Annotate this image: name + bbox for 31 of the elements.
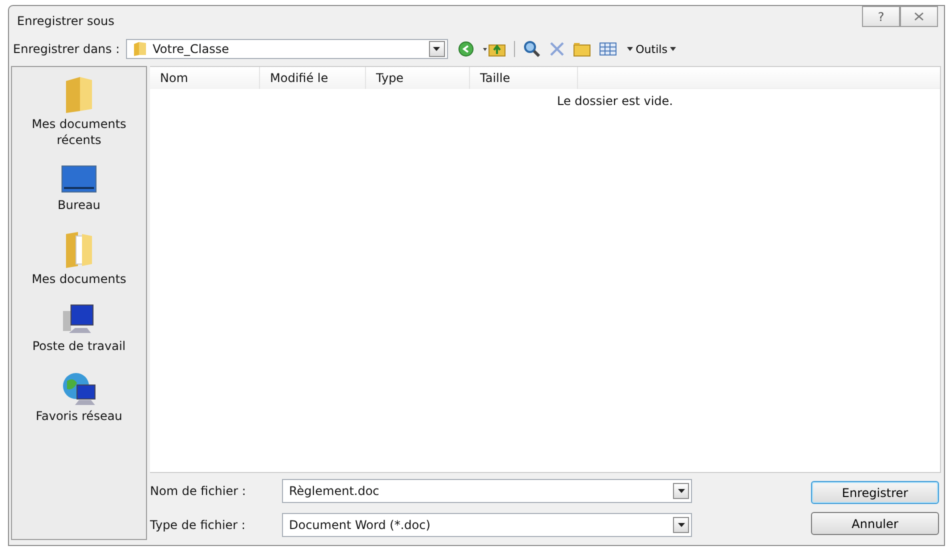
- place-item[interactable]: Mes documents: [19, 230, 139, 288]
- search-icon[interactable]: [522, 40, 541, 58]
- field-label: Type de fichier :: [150, 518, 246, 532]
- caret-icon: [670, 47, 676, 51]
- column-header[interactable]: Nom: [150, 67, 260, 89]
- field-dropdown[interactable]: Règlement.doc: [282, 479, 692, 503]
- location-dropdown[interactable]: Votre_Classe: [126, 39, 448, 59]
- column-header[interactable]: Type: [366, 67, 470, 89]
- window-title: Enregistrer sous: [17, 14, 114, 28]
- place-item[interactable]: Mes documents récents: [19, 75, 139, 148]
- save-in-label: Enregistrer dans :: [13, 42, 120, 56]
- views-icon[interactable]: [598, 41, 617, 57]
- help-button[interactable]: ?: [862, 6, 900, 27]
- column-header[interactable]: Taille: [470, 67, 578, 89]
- place-item[interactable]: Poste de travail: [19, 303, 139, 355]
- place-item[interactable]: Bureau: [19, 164, 139, 214]
- caret-icon: [626, 47, 633, 51]
- field-dropdown[interactable]: Document Word (*.doc): [282, 513, 692, 537]
- place-item[interactable]: Favoris réseau: [19, 370, 139, 425]
- empty-folder-message: Le dossier est vide.: [556, 94, 674, 108]
- back-icon[interactable]: [458, 41, 474, 57]
- field-label: Nom de fichier :: [150, 484, 247, 498]
- save-button[interactable]: Enregistrer: [811, 481, 939, 504]
- tools-menu-button[interactable]: Outils: [624, 42, 678, 56]
- network-globe-icon: [61, 370, 97, 407]
- folder-icon: [132, 41, 147, 57]
- close-button[interactable]: [900, 6, 938, 27]
- new-folder-icon[interactable]: [572, 41, 591, 57]
- cancel-button[interactable]: Annuler: [811, 512, 939, 535]
- close-icon: [914, 12, 924, 21]
- column-header[interactable]: Modifié le: [260, 67, 366, 89]
